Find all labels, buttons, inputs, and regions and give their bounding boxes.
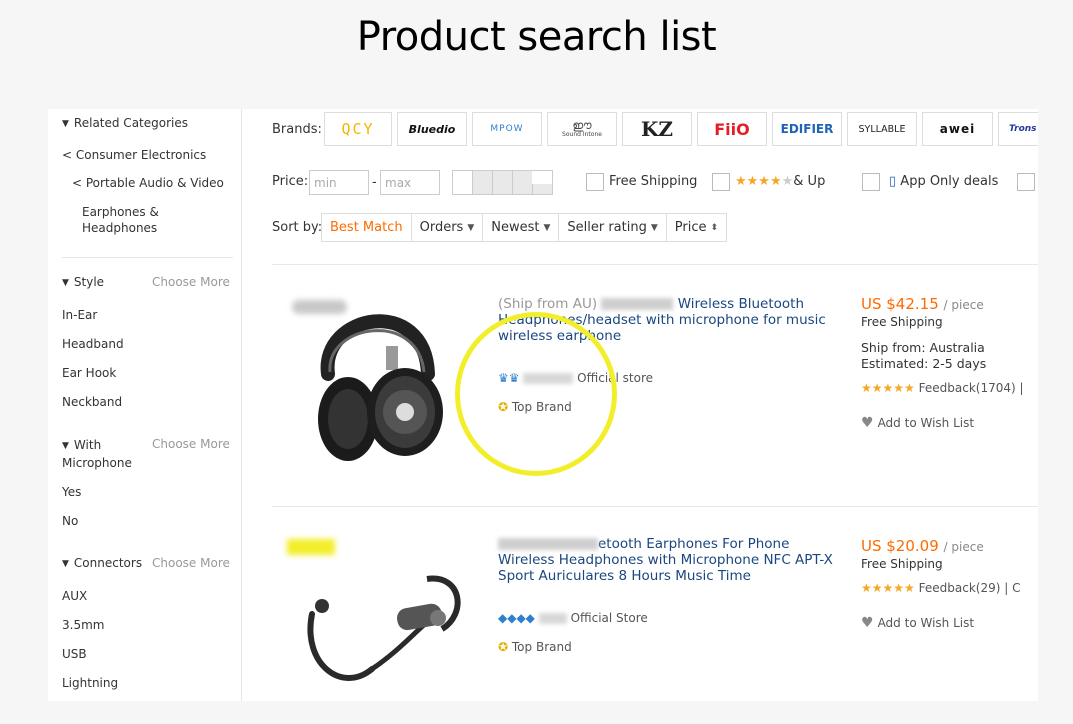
headphones-product-image[interactable]: [310, 294, 448, 466]
histogram-bar: [512, 171, 532, 194]
free-shipping-text: Free Shipping: [861, 315, 943, 329]
brand-bluedio[interactable]: Bluedio: [397, 112, 467, 146]
ship-from-text: Ship from: Australia: [861, 340, 985, 355]
free-shipping-checkbox[interactable]: [586, 173, 604, 191]
product-price: US $42.15 / piece: [861, 295, 984, 313]
histogram-bar: [472, 171, 492, 194]
filter-option-lightning[interactable]: Lightning: [62, 676, 118, 690]
blurred-brand-logo: [287, 539, 335, 555]
triangle-down-icon: ▼: [62, 119, 69, 129]
filter-group-connectors-title[interactable]: ▼ Connectors: [62, 556, 142, 570]
feedback-rating[interactable]: ★★★★★ Feedback(1704) |: [861, 381, 1024, 395]
medal-icon: ✪: [498, 640, 509, 654]
filter-option-ear-hook[interactable]: Ear Hook: [62, 366, 116, 380]
add-to-wishlist-button[interactable]: ♥ Add to Wish List: [861, 415, 974, 431]
brand-edifier[interactable]: EDIFIER: [772, 112, 842, 146]
sort-label: Sort by:: [272, 220, 323, 235]
earphones-product-image[interactable]: [302, 574, 462, 694]
filter-option-neckband[interactable]: Neckband: [62, 395, 122, 409]
brand-syllable[interactable]: SYLLABLE: [847, 112, 917, 146]
divider: [272, 506, 1038, 507]
star-icon: ★★★★★: [861, 581, 915, 595]
histogram-bar: [532, 184, 552, 194]
sort-seller-rating[interactable]: Seller rating ▼: [559, 214, 667, 241]
filter-option-aux[interactable]: AUX: [62, 589, 87, 603]
results-main: Brands: QCY Bluedio MPOW ഈ Sound Intone …: [272, 109, 1038, 701]
blurred-text: [601, 298, 674, 310]
filter-option-headband[interactable]: Headband: [62, 337, 124, 351]
brands-label: Brands:: [272, 122, 322, 137]
highlight-circle-annotation: [455, 312, 617, 476]
breadcrumb-portable-audio[interactable]: < Portable Audio & Video: [72, 176, 224, 190]
blurred-text: [498, 538, 598, 550]
price-label: Price:: [272, 174, 309, 189]
sort-updown-icon: ⬍: [710, 223, 719, 233]
app-only-checkbox[interactable]: [862, 173, 880, 191]
sort-bar: Best Match Orders ▼ Newest ▼ Seller rating…: [321, 213, 728, 242]
sort-newest[interactable]: Newest ▼: [483, 214, 560, 241]
phone-icon: ▯: [889, 174, 897, 189]
choose-more-style[interactable]: Choose More: [152, 275, 230, 289]
triangle-down-icon: ▼: [62, 441, 69, 451]
filter-group-style-title[interactable]: ▼ Style: [62, 275, 104, 289]
choose-more-connectors[interactable]: Choose More: [152, 556, 230, 570]
app-only-filter[interactable]: ▯ App Only deals: [889, 174, 998, 189]
free-shipping-label: Free Shipping: [609, 174, 698, 189]
diamond-icon: ◆◆◆◆: [498, 611, 535, 625]
rating-checkbox[interactable]: [712, 173, 730, 191]
product-title[interactable]: etooth Earphones For Phone Wireless Head…: [498, 536, 838, 584]
star-icon: ★★★★★: [861, 381, 915, 395]
store-link[interactable]: ◆◆◆◆ Official Store: [498, 611, 648, 625]
product-price: US $20.09 / piece: [861, 537, 984, 555]
breadcrumb-consumer-electronics[interactable]: < Consumer Electronics: [62, 148, 206, 162]
caret-down-icon: ▼: [467, 223, 475, 233]
price-min-input[interactable]: [309, 170, 369, 195]
filter-option-3-5mm[interactable]: 3.5mm: [62, 618, 104, 632]
filter-group-microphone-title[interactable]: ▼ With Microphone: [62, 437, 142, 471]
divider: [272, 264, 1038, 265]
filter-option-usb[interactable]: USB: [62, 647, 87, 661]
brand-mpow[interactable]: MPOW: [472, 112, 542, 146]
feedback-rating[interactable]: ★★★★★ Feedback(29) | C: [861, 581, 1020, 595]
sound-intone-logo-icon: ഈ: [572, 118, 592, 132]
brand-qcy[interactable]: QCY: [324, 112, 392, 146]
brand-kz[interactable]: KZ: [622, 112, 692, 146]
star-empty-icon: ★: [781, 174, 794, 189]
sort-price[interactable]: Price ⬍: [667, 214, 726, 241]
divider: [62, 257, 233, 258]
estimated-delivery-text: Estimated: 2-5 days: [861, 356, 987, 371]
search-results-page: ▼ Related Categories < Consumer Electroni…: [48, 109, 1038, 701]
heart-icon: ♥: [861, 615, 874, 631]
price-histogram[interactable]: [452, 170, 553, 195]
current-category: Earphones & Headphones: [82, 205, 159, 235]
filter-option-in-ear[interactable]: In-Ear: [62, 308, 97, 322]
star-icon: ★★★★: [735, 174, 782, 189]
free-shipping-text: Free Shipping: [861, 557, 943, 571]
triangle-down-icon: ▼: [62, 559, 69, 569]
brand-awei[interactable]: awei: [922, 112, 993, 146]
price-max-input[interactable]: [380, 170, 440, 195]
sort-best-match[interactable]: Best Match: [322, 214, 412, 241]
add-to-wishlist-button[interactable]: ♥ Add to Wish List: [861, 615, 974, 631]
page-title: Product search list: [356, 14, 717, 60]
choose-more-microphone[interactable]: Choose More: [152, 437, 230, 451]
rating-filter[interactable]: ★★★★★& Up: [735, 174, 825, 189]
triangle-down-icon: ▼: [62, 278, 69, 288]
related-categories-heading[interactable]: ▼ Related Categories: [62, 116, 188, 130]
caret-down-icon: ▼: [543, 223, 551, 233]
histogram-bar: [492, 171, 512, 194]
caret-down-icon: ▼: [650, 223, 658, 233]
brand-trons[interactable]: Trons: [998, 112, 1038, 146]
extra-filter-checkbox[interactable]: [1017, 173, 1035, 191]
filter-option-yes[interactable]: Yes: [62, 485, 81, 499]
filter-option-no[interactable]: No: [62, 514, 78, 528]
brand-sound-intone[interactable]: ഈ Sound Intone: [547, 112, 617, 146]
sort-orders[interactable]: Orders ▼: [412, 214, 484, 241]
brand-fiio[interactable]: FiiO: [697, 112, 767, 146]
price-separator: -: [372, 175, 377, 190]
top-brand-badge: ✪ Top Brand: [498, 640, 572, 654]
category-sidebar: ▼ Related Categories < Consumer Electroni…: [48, 109, 242, 701]
blurred-text: [538, 613, 567, 624]
heart-icon: ♥: [861, 415, 874, 431]
